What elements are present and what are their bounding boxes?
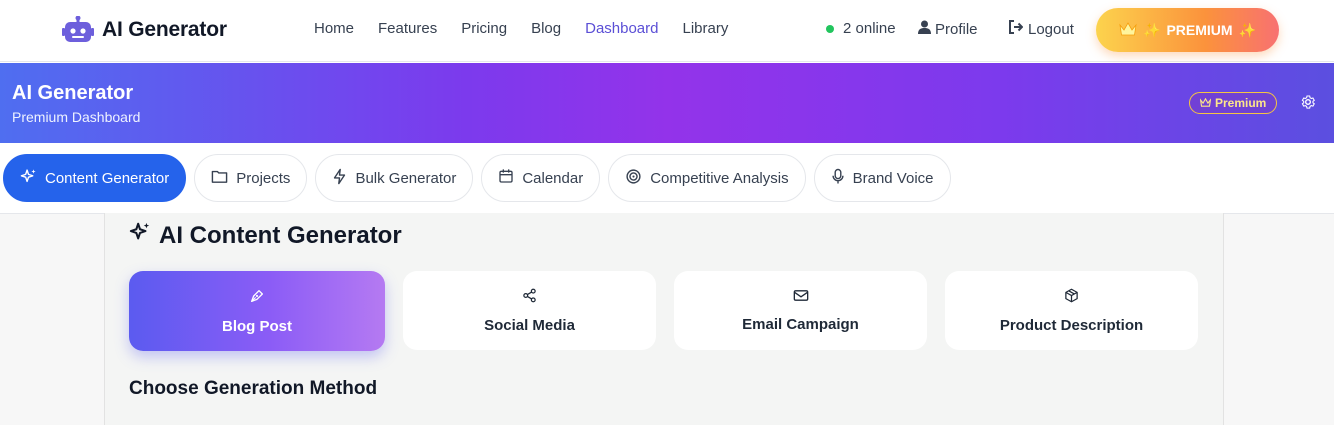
tab-competitive-analysis[interactable]: Competitive Analysis	[608, 154, 806, 202]
share-icon	[522, 288, 537, 307]
premium-button[interactable]: ✨ PREMIUM ✨	[1096, 8, 1279, 52]
envelope-icon	[793, 289, 809, 306]
robot-icon	[62, 15, 94, 45]
sparkles-icon: ✨	[1143, 21, 1161, 38]
pen-nib-icon	[249, 288, 265, 308]
logout-link[interactable]: Logout	[1008, 20, 1074, 38]
tab-brand-voice[interactable]: Brand Voice	[813, 154, 951, 202]
tab-projects[interactable]: Projects	[194, 154, 308, 202]
tab-label: Projects	[236, 169, 291, 187]
dashboard-header: AI Generator Premium Dashboard Premium	[0, 63, 1334, 143]
target-icon	[625, 168, 642, 189]
profile-label: Profile	[935, 20, 978, 38]
nav-link-library[interactable]: Library	[683, 20, 729, 37]
nav-link-dashboard[interactable]: Dashboard	[585, 20, 658, 37]
tab-label: Bulk Generator	[355, 169, 457, 187]
feature-tabs: Content Generator Projects Bulk Generato…	[3, 154, 951, 202]
dashboard-title: AI Generator	[12, 82, 134, 104]
content-type-label: Blog Post	[222, 317, 292, 335]
tab-label: Competitive Analysis	[650, 169, 789, 187]
microphone-icon	[831, 168, 845, 189]
content-type-product-description[interactable]: Product Description	[945, 271, 1198, 350]
sparkles-icon	[129, 221, 151, 250]
sparkles-icon: ✨	[1238, 21, 1256, 38]
premium-badge-label: Premium	[1215, 96, 1267, 110]
content-type-social-media[interactable]: Social Media	[403, 271, 656, 350]
settings-gear-icon[interactable]	[1300, 94, 1316, 110]
content-type-label: Social Media	[484, 316, 575, 334]
profile-link[interactable]: Profile	[918, 20, 978, 38]
crown-icon	[1119, 21, 1137, 39]
tab-label: Brand Voice	[852, 169, 934, 187]
tab-calendar[interactable]: Calendar	[481, 154, 601, 202]
content-type-email-campaign[interactable]: Email Campaign	[674, 271, 927, 350]
sparkles-icon	[20, 168, 37, 189]
tab-label: Content Generator	[45, 169, 170, 187]
online-count: 2 online	[843, 20, 896, 37]
online-dot-icon	[826, 24, 834, 33]
online-indicator: 2 online	[826, 20, 896, 37]
user-icon	[918, 20, 931, 38]
nav-link-blog[interactable]: Blog	[531, 20, 561, 37]
logout-icon	[1008, 20, 1024, 38]
crown-icon	[1199, 96, 1212, 110]
premium-badge: Premium	[1189, 92, 1278, 114]
bolt-icon	[332, 168, 347, 189]
content-type-blog-post[interactable]: Blog Post	[129, 271, 385, 351]
tab-content-generator[interactable]: Content Generator	[3, 154, 187, 202]
premium-label: PREMIUM	[1166, 22, 1233, 38]
dashboard-subtitle: Premium Dashboard	[12, 109, 141, 125]
tab-label: Calendar	[522, 169, 584, 187]
nav-links: Home Features Pricing Blog Dashboard Lib…	[314, 20, 752, 37]
top-navbar: AI Generator Home Features Pricing Blog …	[0, 0, 1334, 62]
nav-link-pricing[interactable]: Pricing	[461, 20, 507, 37]
tab-bulk-generator[interactable]: Bulk Generator	[315, 154, 474, 202]
content-type-label: Product Description	[999, 316, 1144, 334]
nav-link-home[interactable]: Home	[314, 20, 354, 37]
generation-method-heading: Choose Generation Method	[129, 378, 378, 399]
calendar-icon	[498, 168, 514, 188]
section-title-text: AI Content Generator	[159, 221, 402, 249]
brand-name: AI Generator	[102, 18, 227, 41]
content-type-label: Email Campaign	[742, 315, 859, 333]
logout-label: Logout	[1028, 20, 1074, 38]
section-title: AI Content Generator	[129, 221, 402, 250]
nav-link-features[interactable]: Features	[378, 20, 437, 37]
box-icon	[1064, 288, 1079, 307]
brand[interactable]: AI Generator	[62, 15, 227, 45]
folder-icon	[211, 169, 228, 188]
content-type-selector: Blog Post Social Media Email Campaign Pr…	[129, 271, 1198, 351]
